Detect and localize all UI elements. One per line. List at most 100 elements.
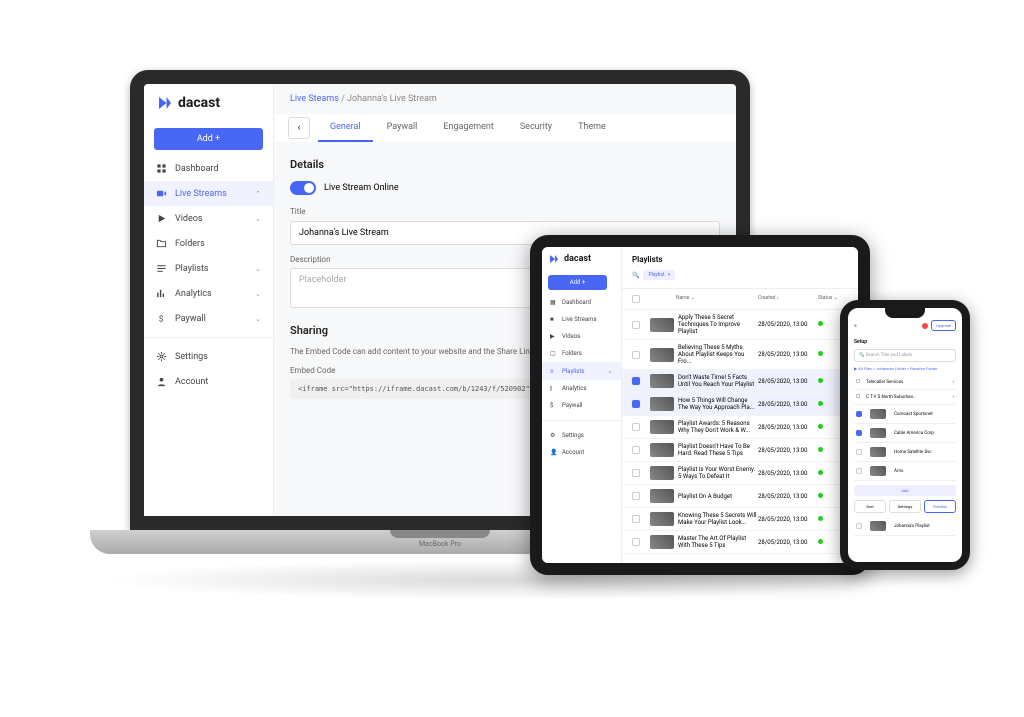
sidebar-item-dashboard[interactable]: Dashboard	[144, 156, 273, 181]
sidebar-item-videos[interactable]: ▶Videos	[542, 328, 621, 345]
table-row[interactable]: Master The Art Of Playlist With These 5 …	[622, 531, 858, 554]
sidebar-item-folders[interactable]: Folders	[144, 231, 273, 256]
table-row[interactable]: Playlist Is Your Worst Enemy. 5 Ways To …	[622, 462, 858, 485]
filter-chip[interactable]: Playlist ×	[643, 270, 675, 280]
row-name: Don't Waste Time! 5 Facts Until You Reac…	[678, 374, 758, 388]
back-button[interactable]: ‹	[288, 117, 310, 139]
sort-button[interactable]: Sort	[854, 500, 886, 513]
sidebar-item-playlists[interactable]: Playlists⌄	[144, 256, 273, 281]
column-created[interactable]: Created ↓	[758, 295, 818, 303]
tab-engagement[interactable]: Engagement	[431, 114, 505, 142]
breadcrumb[interactable]: ▶ All Files > Johanna's Folder > Random …	[854, 366, 956, 371]
row-date: 28/05/2020, 13:00	[758, 493, 818, 500]
list-item[interactable]: Comcast Sportsnet	[854, 405, 956, 424]
row-checkbox[interactable]	[632, 377, 640, 385]
menu-icon[interactable]: ≡	[854, 323, 857, 329]
row-checkbox[interactable]	[632, 400, 640, 408]
folder-item[interactable]: ▢Telecaller Services›	[854, 375, 956, 390]
sidebar-item-videos[interactable]: Videos⌄	[144, 206, 273, 231]
table-row[interactable]: Don't Waste Time! 5 Facts Until You Reac…	[622, 370, 858, 393]
checkbox[interactable]	[856, 411, 862, 417]
checkbox[interactable]	[856, 468, 862, 474]
row-checkbox[interactable]	[632, 423, 640, 431]
tabs: ‹ General Paywall Engagement Security Th…	[274, 114, 736, 142]
row-checkbox[interactable]	[632, 469, 640, 477]
sidebar-item-dashboard[interactable]: ▦Dashboard	[542, 294, 621, 311]
sidebar-item-analytics[interactable]: Analytics⌄	[144, 281, 273, 306]
table-row[interactable]: Playlist On A Budget 28/05/2020, 13:00	[622, 485, 858, 508]
row-name: Knowing These 5 Secrets Will Make Your P…	[678, 512, 758, 526]
camera-icon	[156, 188, 167, 199]
row-checkbox[interactable]	[632, 515, 640, 523]
list-item[interactable]: Johanna's Playlist	[854, 517, 956, 536]
folder-icon: ▢	[856, 379, 862, 385]
add-button[interactable]: Add	[854, 485, 956, 496]
row-name: Believing These 5 Myths About Playlist K…	[678, 344, 758, 365]
add-button[interactable]: Add +	[154, 128, 263, 150]
dashboard-icon: ▦	[550, 299, 557, 306]
tab-paywall[interactable]: Paywall	[375, 114, 430, 142]
sidebar-item-playlists[interactable]: ≡Playlists⌄	[542, 362, 621, 380]
thumbnail	[650, 466, 674, 480]
table-row[interactable]: Believing These 5 Myths About Playlist K…	[622, 340, 858, 370]
list-item[interactable]: Home Satellite Svc	[854, 443, 956, 462]
settings-button[interactable]: Settings	[889, 500, 921, 513]
list-item[interactable]: Arris	[854, 462, 956, 481]
thumbnail	[870, 521, 886, 531]
sidebar-item-account[interactable]: 👤Account	[542, 444, 621, 461]
phone-page-title: Setup	[854, 339, 956, 345]
analytics-icon	[156, 288, 167, 299]
tablet-sidebar: dacast Add + ▦Dashboard ■Live Streams ▶V…	[542, 247, 622, 563]
add-button[interactable]: Add +	[548, 275, 607, 290]
row-checkbox[interactable]	[632, 351, 640, 359]
sidebar-item-account[interactable]: Account	[144, 369, 273, 394]
tab-general[interactable]: General	[318, 114, 373, 142]
row-checkbox[interactable]	[632, 538, 640, 546]
play-icon	[156, 213, 167, 224]
preview-button[interactable]: Preview	[924, 500, 956, 513]
sidebar-item-paywall[interactable]: $Paywall⌄	[144, 306, 273, 331]
tab-security[interactable]: Security	[508, 114, 564, 142]
online-toggle[interactable]	[290, 181, 316, 195]
row-date: 28/05/2020, 13:00	[758, 424, 818, 431]
sidebar-item-folders[interactable]: ▢Folders	[542, 345, 621, 362]
search-input[interactable]: 🔍 Search Title and Labels	[854, 349, 956, 362]
row-date: 28/05/2020, 13:00	[758, 447, 818, 454]
thumbnail	[650, 348, 674, 362]
table-row[interactable]: How 5 Things Will Change The Way You App…	[622, 393, 858, 416]
sidebar-item-settings[interactable]: Settings	[144, 344, 273, 369]
checkbox[interactable]	[856, 430, 862, 436]
status-dot-icon	[818, 447, 823, 452]
row-checkbox[interactable]	[632, 321, 640, 329]
checkbox[interactable]	[856, 523, 862, 529]
thumbnail	[650, 318, 674, 332]
playlist-icon: ≡	[550, 368, 557, 375]
sidebar-item-analytics[interactable]: ⫾Analytics	[542, 380, 621, 397]
row-checkbox[interactable]	[632, 446, 640, 454]
phone-device: ≡ Upgrade Setup 🔍 Search Title and Label…	[840, 300, 970, 570]
tab-theme[interactable]: Theme	[566, 114, 618, 142]
table-row[interactable]: Playlist Awards: 5 Reasons Why They Don'…	[622, 416, 858, 439]
breadcrumb-parent-link[interactable]: Live Steams	[290, 94, 339, 104]
select-all-checkbox[interactable]	[632, 295, 640, 303]
status-dot-icon	[818, 516, 823, 521]
list-item[interactable]: Cable America Corp	[854, 424, 956, 443]
row-checkbox[interactable]	[632, 492, 640, 500]
folder-item[interactable]: ▢C T V S North Suburban...›	[854, 390, 956, 405]
sidebar-item-live-streams[interactable]: ■Live Streams	[542, 311, 621, 328]
sidebar-item-paywall[interactable]: $Paywall	[542, 397, 621, 414]
search-icon: 🔍	[632, 272, 639, 279]
row-name: Apply These 5 Secret Techniques To Impro…	[678, 314, 758, 335]
close-icon[interactable]: ×	[668, 272, 671, 278]
sidebar-item-settings[interactable]: ⚙Settings	[542, 427, 621, 444]
column-name[interactable]: Name ⌄	[676, 295, 758, 303]
row-date: 28/05/2020, 13:00	[758, 321, 818, 328]
status-dot-icon	[922, 323, 928, 329]
table-row[interactable]: Knowing These 5 Secrets Will Make Your P…	[622, 508, 858, 531]
dollar-icon: $	[550, 402, 557, 409]
table-row[interactable]: Apply These 5 Secret Techniques To Impro…	[622, 310, 858, 340]
upgrade-button[interactable]: Upgrade	[931, 320, 956, 331]
checkbox[interactable]	[856, 449, 862, 455]
sidebar-item-live-streams[interactable]: Live Streams⌃	[144, 181, 273, 206]
table-row[interactable]: Playlist Doesn't Have To Be Hard. Read T…	[622, 439, 858, 462]
